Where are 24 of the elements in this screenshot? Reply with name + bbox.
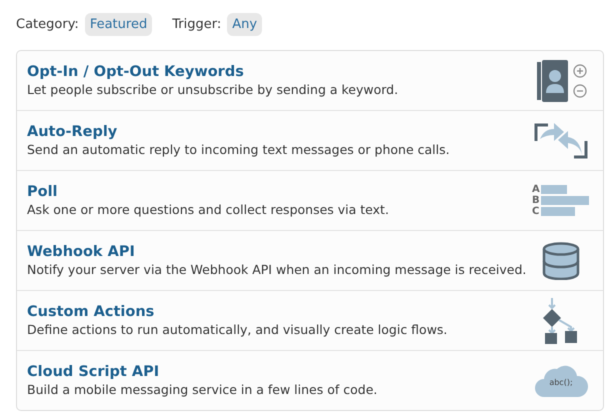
service-title[interactable]: Cloud Script API [27, 364, 160, 380]
service-title[interactable]: Custom Actions [27, 304, 154, 320]
service-item[interactable]: Custom Actions Define actions to run automatically, and visually create logic flows. [17, 290, 603, 350]
service-item[interactable]: Webhook API Notify your server via the Webhook API when an incoming message is received. [17, 230, 603, 290]
service-description: Build a mobile messaging service in a few lines of code. [27, 382, 378, 397]
service-description: Define actions to run automatically, and visually create logic flows. [27, 322, 448, 337]
service-title[interactable]: Poll [27, 184, 58, 200]
service-description: Send an automatic reply to incoming text messages or phone calls. [27, 142, 451, 157]
filter-dropdown[interactable]: Featured [84, 12, 152, 36]
filter-label: Category: [16, 16, 79, 32]
database-icon [542, 242, 580, 280]
service-description: Ask one or more questions and collect responses via text. [27, 202, 390, 217]
service-item[interactable]: Auto-Reply Send an automatic reply to incoming text messages or phone calls. [17, 110, 603, 170]
service-title[interactable]: Opt-In / Opt-Out Keywords [27, 64, 244, 80]
reply-arrows-icon [534, 120, 588, 160]
service-item[interactable]: Cloud Script API Build a mobile messaging service in a few lines of code. abc(); [17, 350, 603, 410]
service-title[interactable]: Webhook API [27, 244, 135, 260]
service-item[interactable]: Opt-In / Opt-Out Keywords Let people subscribe or unsubscribe by sending a keyword. [17, 51, 603, 110]
service-description: Notify your server via the Webhook API when an incoming message is received. [27, 262, 528, 277]
filter-dropdown[interactable]: Any [227, 12, 262, 36]
service-description: Let people subscribe or unsubscribe by sending a keyword. [27, 82, 400, 97]
service-item[interactable]: Poll Ask one or more questions and collect responses via text. A B C [17, 170, 603, 230]
service-title[interactable]: Auto-Reply [27, 124, 118, 140]
filter-label: Trigger: [172, 16, 222, 32]
